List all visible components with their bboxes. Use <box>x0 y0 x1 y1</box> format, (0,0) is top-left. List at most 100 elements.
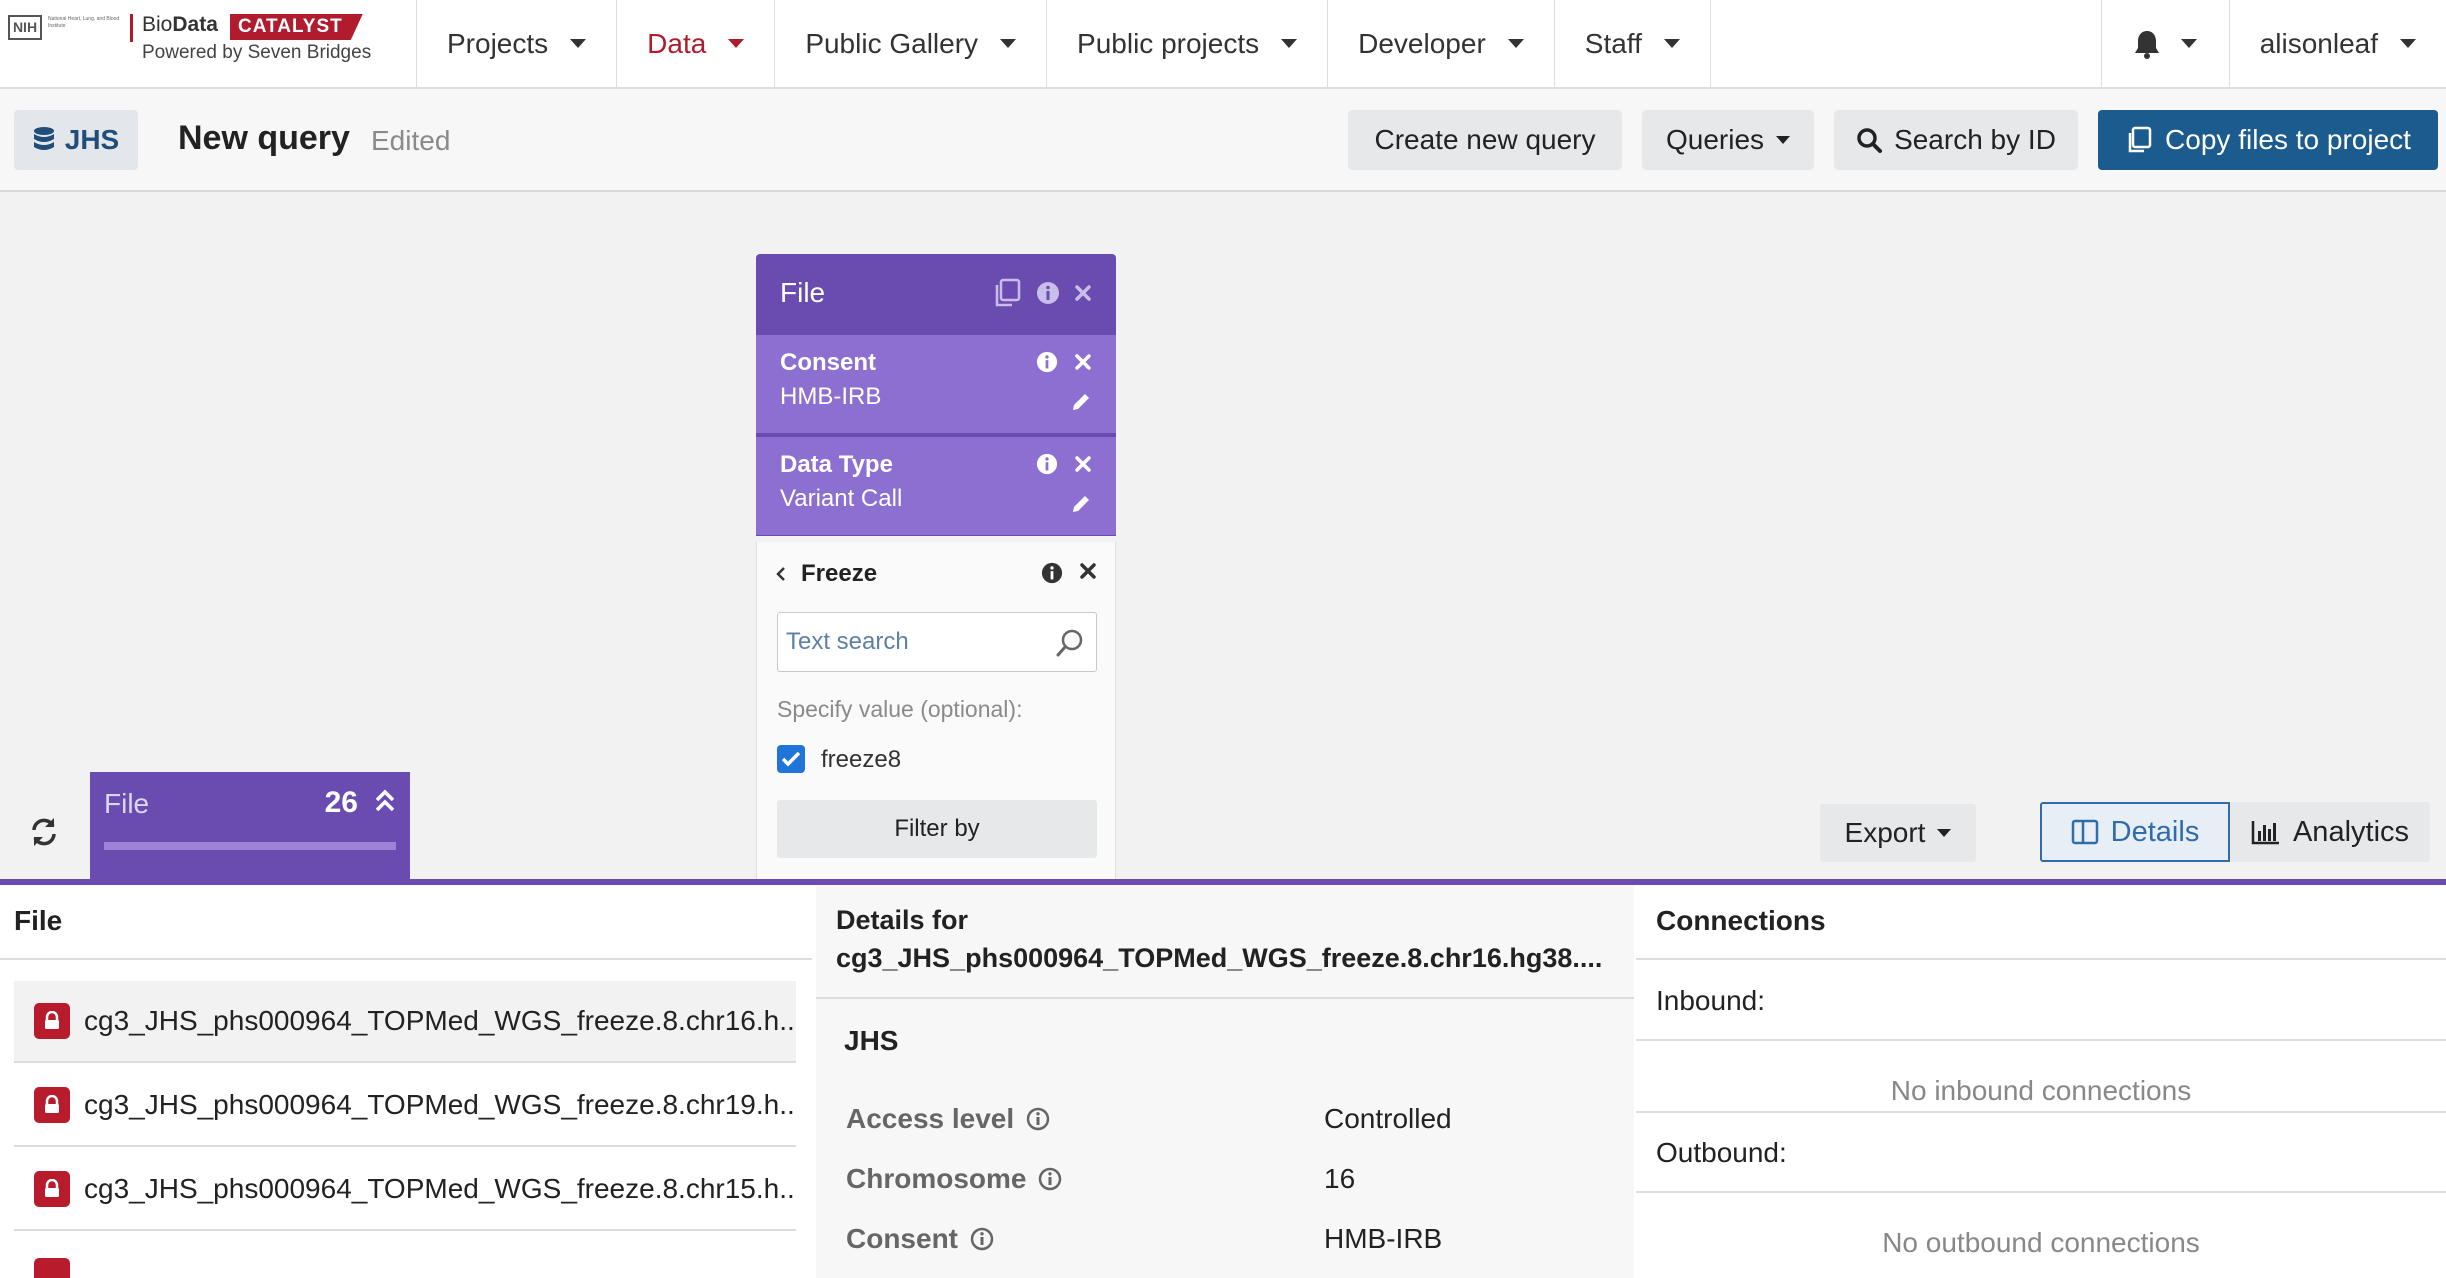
file-node-header[interactable]: File <box>756 254 1116 332</box>
nav-public-gallery[interactable]: Public Gallery <box>775 0 1048 87</box>
nav-public-projects-label: Public projects <box>1077 27 1260 59</box>
biodata-catalyst-logo[interactable]: NIH National Heart, Lung, and Blood Inst… <box>0 0 417 87</box>
nih-logo-text: National Heart, Lung, and Blood Institut… <box>48 16 120 29</box>
file-node-title: File <box>780 277 826 308</box>
detail-key-label: Access level <box>846 1103 1015 1134</box>
filter-by-label: Filter by <box>894 815 980 842</box>
user-menu[interactable]: alisonleaf <box>2230 0 2446 87</box>
info-icon[interactable] <box>1041 562 1063 584</box>
close-icon[interactable] <box>1079 562 1097 580</box>
caret-down-icon <box>1281 39 1298 48</box>
detail-key-consent: Consent <box>846 1223 994 1255</box>
filter-value: HMB-IRB <box>780 383 882 410</box>
file-count: 26 <box>324 786 358 819</box>
specify-value-label: Specify value (optional): <box>777 696 1023 722</box>
dataset-badge[interactable]: JHS <box>14 110 138 170</box>
details-section-title: JHS <box>844 1025 899 1056</box>
outbound-divider <box>1636 1191 2446 1193</box>
caret-down-icon <box>728 39 745 48</box>
caret-down-icon <box>570 39 587 48</box>
username: alisonleaf <box>2259 27 2378 59</box>
nav-staff[interactable]: Staff <box>1555 0 1711 87</box>
connections-column: Connections Inbound: No inbound connecti… <box>1636 885 2446 1278</box>
analytics-tab-label: Analytics <box>2292 815 2410 848</box>
pencil-icon[interactable] <box>1070 391 1092 413</box>
info-icon[interactable] <box>970 1227 994 1251</box>
file-results-tab[interactable]: File 26 <box>90 772 410 880</box>
logo-divider <box>130 14 133 42</box>
info-icon[interactable] <box>1036 453 1058 475</box>
file-name: cg3_JHS_phs000964_TOPMed_WGS_freeze.8.ch… <box>84 1173 796 1204</box>
nav-public-projects[interactable]: Public projects <box>1047 0 1329 87</box>
detail-value: HMB-IRB <box>1324 1223 1443 1254</box>
chevron-double-up-icon[interactable] <box>374 788 396 814</box>
brand-name: BioData <box>142 13 218 37</box>
lock-icon <box>34 1258 70 1278</box>
filter-by-button[interactable]: Filter by <box>777 800 1097 858</box>
freeze8-checkbox[interactable] <box>777 745 805 773</box>
info-icon[interactable] <box>1026 1107 1050 1131</box>
nav-data[interactable]: Data <box>617 0 776 87</box>
detail-key-chromosome: Chromosome <box>846 1163 1062 1195</box>
query-status: Edited <box>371 125 451 156</box>
inbound-divider <box>1636 1039 2446 1041</box>
file-node[interactable]: File Consent HMB-IRB Data Type Variant C… <box>756 254 1116 536</box>
caret-down-icon <box>1507 39 1524 48</box>
file-header-divider <box>0 958 812 960</box>
info-icon[interactable] <box>1038 1167 1062 1191</box>
create-new-query-button[interactable]: Create new query <box>1348 110 1622 170</box>
columns-icon <box>2071 819 2098 845</box>
file-name: cg3_JHS_phs000964_TOPMed_WGS_freeze.8.ch… <box>84 1089 796 1120</box>
top-navigation: NIH National Heart, Lung, and Blood Inst… <box>0 0 2446 89</box>
details-tab-label: Details <box>2110 815 2200 848</box>
details-tab[interactable]: Details <box>2040 802 2230 862</box>
export-label: Export <box>1844 817 1926 848</box>
close-icon[interactable] <box>1074 455 1092 473</box>
brand-subtitle: Powered by Seven Bridges <box>142 42 372 63</box>
info-icon[interactable] <box>1036 351 1058 373</box>
copy-files-to-project-button[interactable]: Copy files to project <box>2098 110 2438 170</box>
database-icon <box>33 127 54 150</box>
query-title: New query <box>178 119 350 157</box>
freeze8-option-label[interactable]: freeze8 <box>821 746 901 774</box>
refresh-icon[interactable] <box>28 816 60 848</box>
file-row[interactable]: cg3_JHS_phs000964_TOPMed_WGS_freeze.8.ch… <box>14 981 796 1063</box>
pencil-icon[interactable] <box>1070 493 1092 515</box>
nav-projects[interactable]: Projects <box>417 0 618 87</box>
detail-key-label: Consent <box>846 1223 958 1254</box>
detail-key-access-level: Access level <box>846 1103 1050 1135</box>
details-header-divider <box>816 997 1634 999</box>
nih-logo: NIH <box>8 15 42 40</box>
search-icon <box>1857 128 1883 153</box>
freeze-popup-title: Freeze <box>801 560 878 587</box>
chevron-left-icon[interactable] <box>775 566 787 582</box>
queries-label: Queries <box>1665 124 1765 155</box>
freeze-search-input[interactable] <box>777 612 1097 672</box>
search-by-id-button[interactable]: Search by ID <box>1834 110 2078 170</box>
create-new-query-label: Create new query <box>1374 124 1596 155</box>
inbound-empty-message: No inbound connections <box>1890 1075 2192 1106</box>
file-column-header: File <box>14 905 63 936</box>
file-tab-label: File <box>104 788 150 819</box>
close-icon[interactable] <box>1074 284 1092 302</box>
close-icon[interactable] <box>1074 353 1092 371</box>
info-icon[interactable] <box>1036 281 1060 305</box>
connections-header: Connections <box>1656 905 1826 936</box>
brand-prefix: Bio <box>142 13 173 36</box>
nav-developer[interactable]: Developer <box>1328 0 1555 87</box>
file-row[interactable]: cg3_JHS_phs000964_TOPMed_WGS_freeze.8.ch… <box>14 1065 796 1147</box>
filter-data-type[interactable]: Data Type Variant Call <box>756 434 1116 536</box>
analytics-tab[interactable]: Analytics <box>2230 802 2430 862</box>
file-row[interactable]: cg3_JHS_phs000964_TOPMed_WGS_freeze.8.ch… <box>14 1149 796 1231</box>
lock-icon <box>34 1171 70 1207</box>
bar-chart-icon <box>2251 821 2279 845</box>
caret-down-icon <box>2400 39 2416 48</box>
export-dropdown[interactable]: Export <box>1820 804 1976 862</box>
filter-consent[interactable]: Consent HMB-IRB <box>756 332 1116 434</box>
notifications-menu[interactable] <box>2102 0 2230 87</box>
connections-divider <box>1636 958 2446 960</box>
duplicate-icon[interactable] <box>992 278 1022 308</box>
queries-dropdown[interactable]: Queries <box>1642 110 1814 170</box>
freeze-popup-header[interactable]: Freeze <box>775 560 877 588</box>
filter-value: Variant Call <box>780 485 903 512</box>
